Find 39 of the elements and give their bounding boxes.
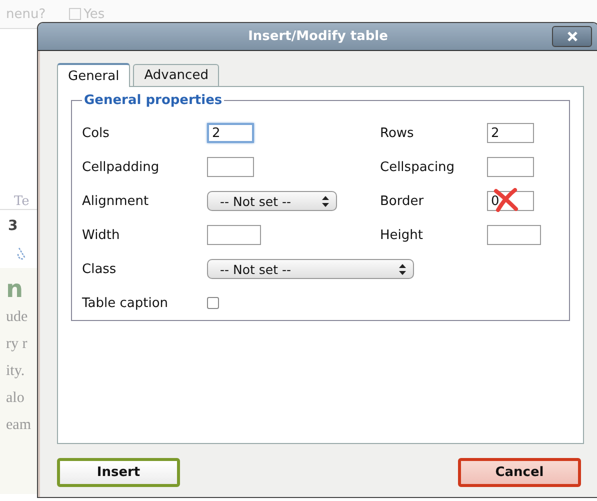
text-field[interactable] <box>487 225 541 245</box>
stepper-icon <box>399 264 406 275</box>
body-text: ity. <box>6 362 26 381</box>
body-text: eam <box>6 416 32 435</box>
window-title: Insert/Modify table <box>248 29 388 44</box>
text-field[interactable] <box>207 157 254 177</box>
field-label: Height <box>380 228 424 242</box>
group-title: General properties <box>83 93 224 108</box>
number-text: 3 <box>8 218 19 234</box>
form-label: nenu? <box>6 6 46 22</box>
text-field[interactable]: 2 <box>207 123 254 143</box>
field-label: Rows <box>380 126 415 140</box>
tab[interactable]: Advanced <box>133 64 220 86</box>
cancel-button[interactable]: Cancel <box>458 458 581 487</box>
checkbox-label: Yes <box>84 6 105 22</box>
dropdown[interactable]: -- Not set -- <box>207 191 337 212</box>
body-text: ry r <box>6 335 28 354</box>
text-field[interactable] <box>207 225 261 245</box>
checkbox[interactable] <box>207 296 219 308</box>
insert-button[interactable]: Insert <box>57 458 180 487</box>
text-field[interactable]: 2 <box>487 123 534 143</box>
close-button[interactable] <box>552 26 592 47</box>
field-label: Border <box>380 194 425 208</box>
field-label: Cellspacing <box>380 160 456 174</box>
dropdown[interactable]: -- Not set -- <box>207 259 414 280</box>
body-text: alo <box>6 389 26 408</box>
field-label: Cols <box>82 126 110 140</box>
field-label: Table caption <box>82 296 170 310</box>
heading: n <box>6 274 24 304</box>
stepper-icon <box>322 196 329 207</box>
close-icon <box>566 31 578 42</box>
text-field[interactable] <box>487 157 534 177</box>
checkbox[interactable] <box>68 8 81 20</box>
body-text: ude <box>6 308 29 327</box>
field-label: Alignment <box>82 194 150 208</box>
tab[interactable]: General <box>57 63 130 87</box>
field-label: Cellpadding <box>82 160 160 174</box>
field-label: Width <box>82 228 121 242</box>
field-label: Class <box>82 262 118 276</box>
